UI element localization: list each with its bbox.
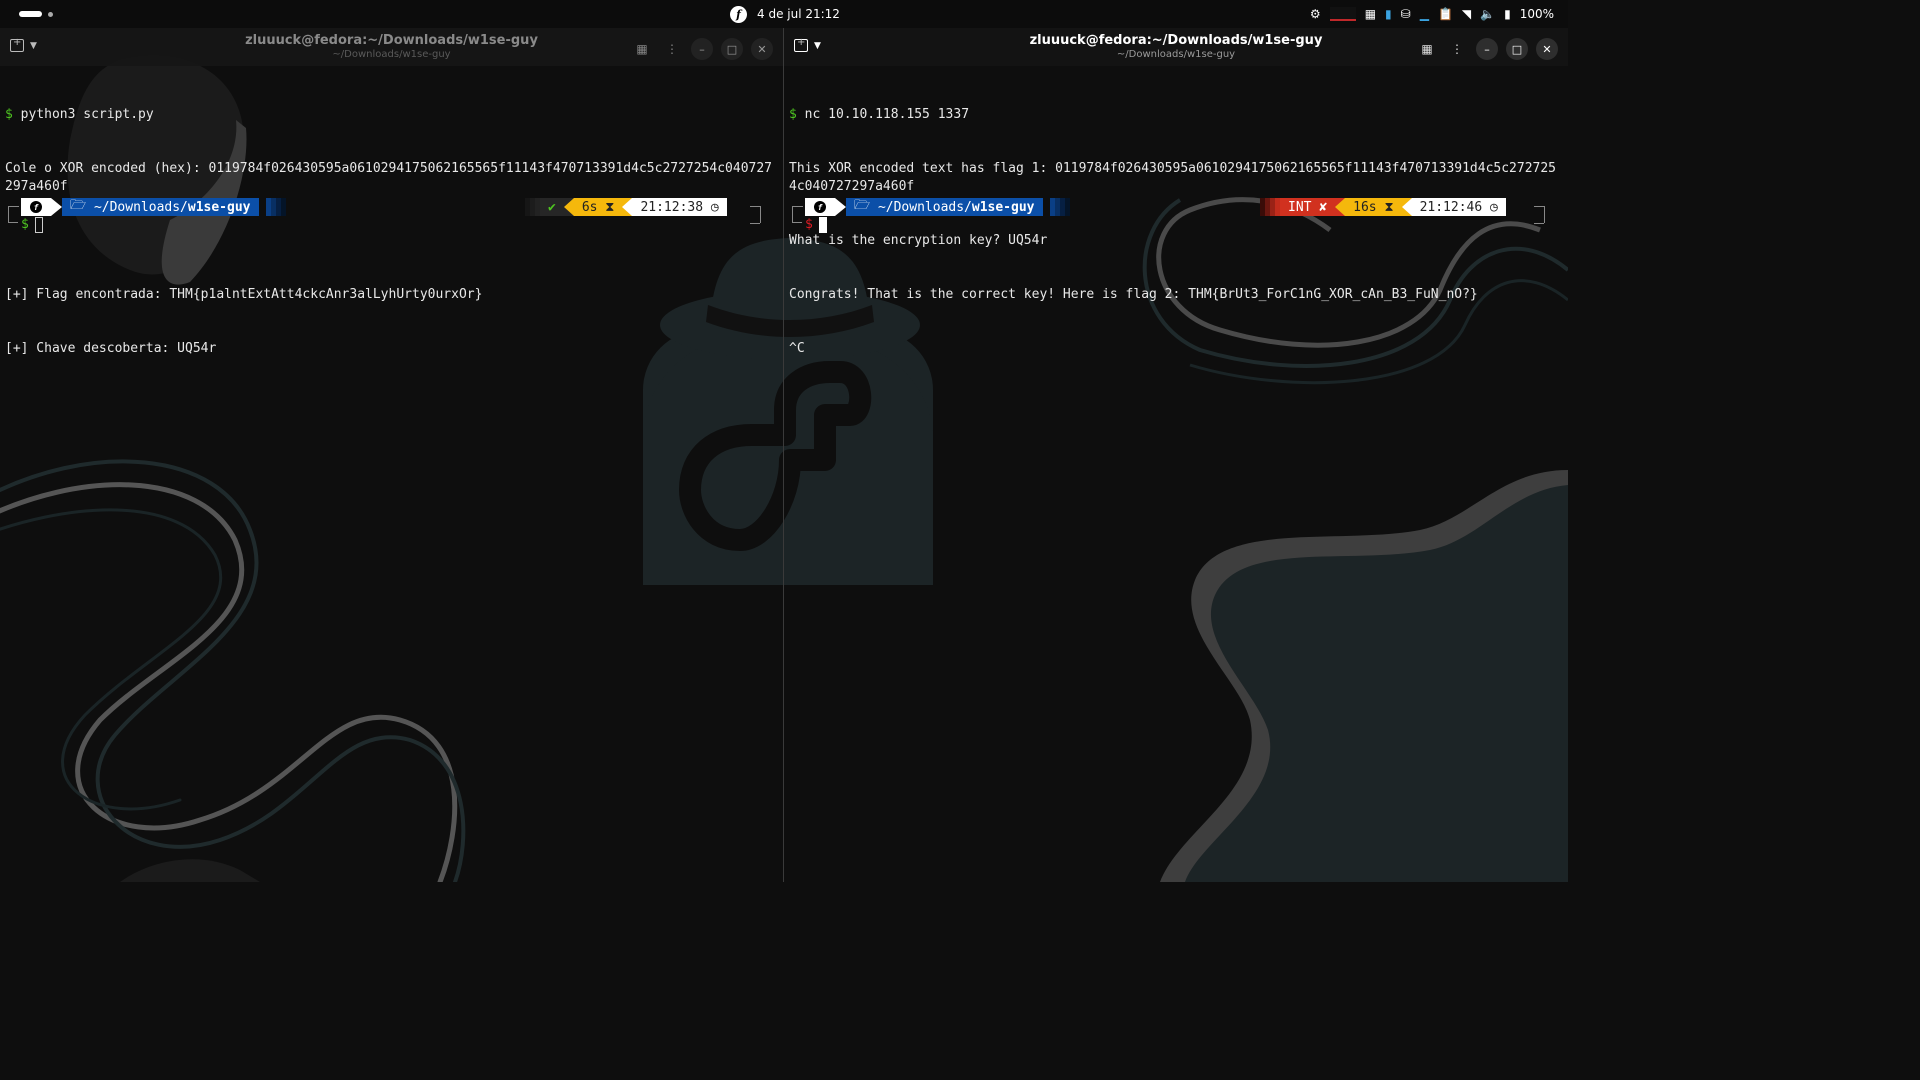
prompt-fade [520,198,540,216]
prompt-dir-bold: w1se-guy [971,199,1035,215]
battery-percent: 100% [1519,7,1554,21]
wifi-icon: ◥ [1461,7,1472,21]
prompt-input-line[interactable]: $ [21,216,43,234]
text-cursor [34,216,43,233]
output-line: [+] Flag encontrada: THM{p1alntExtAtt4ck… [5,287,483,302]
prompt-fade [1260,198,1280,216]
window-controls: ▦ ⋮ – □ ✕ [631,38,773,60]
hourglass-icon: ⧗ [1376,199,1394,215]
clipboard-icon[interactable]: 📋 [1438,7,1453,21]
terminal-window-right[interactable]: ▼ zluuuck@fedora:~/Downloads/w1se-guy ~/… [784,28,1568,882]
minimize-button[interactable]: – [1476,38,1498,60]
terminal-window-left[interactable]: ▼ zluuuck@fedora:~/Downloads/w1se-guy ~/… [0,28,783,882]
output-line: $ python3 script.py [5,107,154,122]
prompt-separator [1401,198,1412,216]
menu-icon[interactable]: ⋮ [661,39,683,59]
minimize-button[interactable]: – [691,38,713,60]
prompt-os-segment: f [805,198,835,216]
prompt-dir-prefix: ~/Downloads/ [870,199,972,215]
clock-datetime[interactable]: 4 de jul 21:12 [757,7,840,21]
prompt-input-line[interactable]: $ [805,216,827,234]
fedora-logo-icon: f [30,201,42,213]
command-duration: 16s ⧗ [1345,198,1402,216]
prompt-right-segments: ✔ 6s ⧗ 21:12:38 ◷ [540,198,727,216]
prompt-dir-bold: w1se-guy [187,199,251,215]
system-top-bar: f 4 de jul 21:12 ⚙ ▦ ▮ ⛁ ▁ 📋 ◥ 🔈 ▮ 100% [0,0,1568,28]
prompt-bracket [750,206,761,223]
prompt-right-segments: INT ✘ 16s ⧗ 21:12:46 ◷ [1280,198,1506,216]
close-button[interactable]: ✕ [1536,38,1558,60]
prompt-dir-segment: 🗁 ~/Downloads/w1se-guy [846,198,1043,216]
prompt-bracket [1534,206,1545,223]
prompt-bracket [8,206,19,223]
hourglass-icon: ⧗ [597,199,615,215]
drive-icon: ⛁ [1400,7,1411,21]
output-line: Congrats! That is the correct key! Here … [789,287,1478,302]
prompt-bracket [8,222,18,223]
maximize-button[interactable]: □ [1506,38,1528,60]
prompt-dir-segment: 🗁 ~/Downloads/w1se-guy [62,198,259,216]
workspace-dot-icon[interactable] [48,12,53,17]
cpu-graph [1329,7,1356,21]
prompt-separator [51,198,62,216]
prompt-bracket [750,223,760,224]
prompt-os-segment: f [21,198,51,216]
command-duration: 6s ⧗ [573,198,623,216]
volume-icon: 🔈 [1480,7,1496,21]
window-controls: ▦ ⋮ – □ ✕ [1416,38,1558,60]
prompt-separator [622,198,633,216]
output-line: [+] Chave descoberta: UQ54r [5,341,217,356]
fedora-logo-icon: f [730,5,747,23]
prompt-fade [1050,198,1070,216]
text-cursor [818,216,827,233]
prompt-separator [1335,198,1346,216]
clock-icon: ◷ [703,199,719,215]
output-line: Cole o XOR encoded (hex): 0119784f026430… [5,161,773,194]
network-monitor-icon: ▮ [1385,7,1392,21]
menu-icon[interactable]: ⋮ [1446,39,1468,59]
output-line: ^C [789,341,805,356]
terminal-header[interactable]: ▼ zluuuck@fedora:~/Downloads/w1se-guy ~/… [0,28,783,66]
tab-overview-icon[interactable]: ▦ [1416,39,1438,59]
output-line: $ nc 10.10.118.155 1337 [789,107,970,122]
fedora-logo-icon: f [814,201,826,213]
clock-area[interactable]: f 4 de jul 21:12 [730,5,840,23]
prompt-separator [563,198,574,216]
shell-prompt: f 🗁 ~/Downloads/w1se-guy ✔ 6s ⧗ 21:12:38… [0,198,783,238]
prompt-bracket [792,206,803,223]
memory-icon: ▦ [1364,7,1377,21]
activities-pill-icon[interactable] [19,11,42,17]
shell-prompt: f 🗁 ~/Downloads/w1se-guy INT ✘ 16s ⧗ 21:… [784,198,1568,238]
battery-icon: ▮ [1504,7,1511,21]
system-tray[interactable]: ⚙ ▦ ▮ ⛁ ▁ 📋 ◥ 🔈 ▮ 100% [1310,6,1554,22]
prompt-fade [266,198,286,216]
folder-icon: 🗁 [70,198,87,213]
prompt-bracket [1534,223,1544,224]
folder-icon: 🗁 [854,198,871,213]
close-button[interactable]: ✕ [751,38,773,60]
terminal-header[interactable]: ▼ zluuuck@fedora:~/Downloads/w1se-guy ~/… [784,28,1568,66]
pane-divider[interactable] [783,28,784,882]
prompt-time: 21:12:46 ◷ [1411,198,1506,216]
prompt-time: 21:12:38 ◷ [632,198,727,216]
cpu-icon: ⚙ [1309,7,1321,21]
maximize-button[interactable]: □ [721,38,743,60]
clock-icon: ◷ [1482,199,1498,215]
prompt-dir-prefix: ~/Downloads/ [86,199,188,215]
output-line: This XOR encoded text has flag 1: 011978… [789,161,1557,194]
tab-overview-icon[interactable]: ▦ [631,39,653,59]
exit-status: INT ✘ [1280,198,1336,216]
disk-usage-icon: ▁ [1419,7,1429,21]
prompt-separator [835,198,846,216]
exit-status: ✔ [540,198,564,216]
prompt-bracket [792,222,802,223]
